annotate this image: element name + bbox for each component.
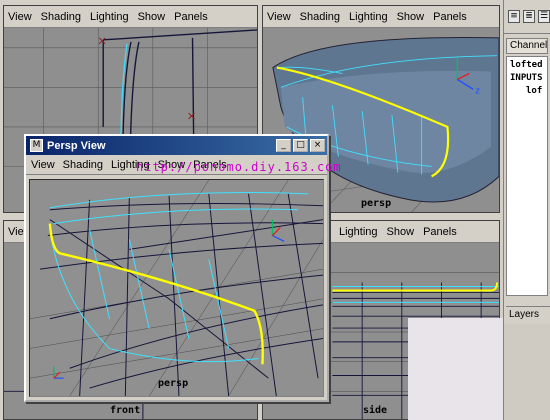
menu-lighting[interactable]: Lighting — [339, 226, 378, 238]
camera-label-persp: persp — [158, 378, 189, 389]
panel-menu-bar: View Shading Lighting Show Panels — [4, 6, 257, 28]
menu-shading[interactable]: Shading — [300, 11, 340, 23]
channel-box-panel: ≡ ≣ ☰ Channels lofted INPUTS lof Layers — [503, 0, 550, 420]
window-title: Persp View — [47, 139, 106, 152]
channel-box-toolbar: ≡ ≣ ☰ — [504, 0, 550, 34]
menu-view[interactable]: View — [31, 159, 55, 171]
channel-line[interactable]: INPUTS — [510, 73, 544, 86]
list-icon[interactable]: ☰ — [538, 10, 550, 23]
menu-panels[interactable]: Panels — [433, 11, 467, 23]
svg-text:z: z — [475, 86, 480, 96]
menu-view[interactable]: View — [8, 11, 32, 23]
close-button[interactable]: × — [310, 139, 325, 152]
menu-show[interactable]: Show — [397, 11, 425, 23]
camera-label-side: side — [363, 405, 388, 416]
menu-show[interactable]: Show — [387, 226, 415, 238]
persp-view-window[interactable]: M Persp View _ □ × View Shading Lighting… — [24, 134, 341, 402]
title-bar[interactable]: M Persp View _ □ × — [26, 136, 327, 155]
channel-line[interactable]: lof — [510, 86, 544, 99]
persp-viewport[interactable]: persp — [29, 179, 324, 397]
maya-app-icon: M — [30, 139, 43, 152]
menu-view[interactable]: View — [267, 11, 291, 23]
maximize-button[interactable]: □ — [293, 139, 308, 152]
menu-panels[interactable]: Panels — [174, 11, 208, 23]
watermark-url: http://ponomo.diy.163.com — [136, 160, 342, 174]
channel-box-list[interactable]: lofted INPUTS lof — [506, 56, 548, 296]
channels-tab[interactable]: Channels — [506, 38, 548, 54]
channel-line[interactable]: lofted — [510, 60, 544, 73]
menu-show[interactable]: Show — [138, 11, 166, 23]
menu-panels[interactable]: Panels — [423, 226, 457, 238]
menu-shading[interactable]: Shading — [63, 159, 103, 171]
wireframe-persp-boat — [30, 180, 323, 396]
channels-icon[interactable]: ≡ — [508, 10, 520, 23]
attributes-icon[interactable]: ≣ — [523, 10, 535, 23]
menu-lighting[interactable]: Lighting — [90, 11, 129, 23]
camera-label-front: front — [110, 405, 141, 416]
layers-tab[interactable]: Layers — [506, 306, 550, 322]
menu-lighting[interactable]: Lighting — [349, 11, 388, 23]
panel-menu-bar: View Shading Lighting Show Panels — [263, 6, 499, 28]
menu-shading[interactable]: Shading — [41, 11, 81, 23]
minimize-button[interactable]: _ — [276, 139, 291, 152]
camera-label-persp: persp — [361, 198, 392, 209]
background-area — [408, 318, 503, 420]
layers-area — [504, 324, 550, 420]
